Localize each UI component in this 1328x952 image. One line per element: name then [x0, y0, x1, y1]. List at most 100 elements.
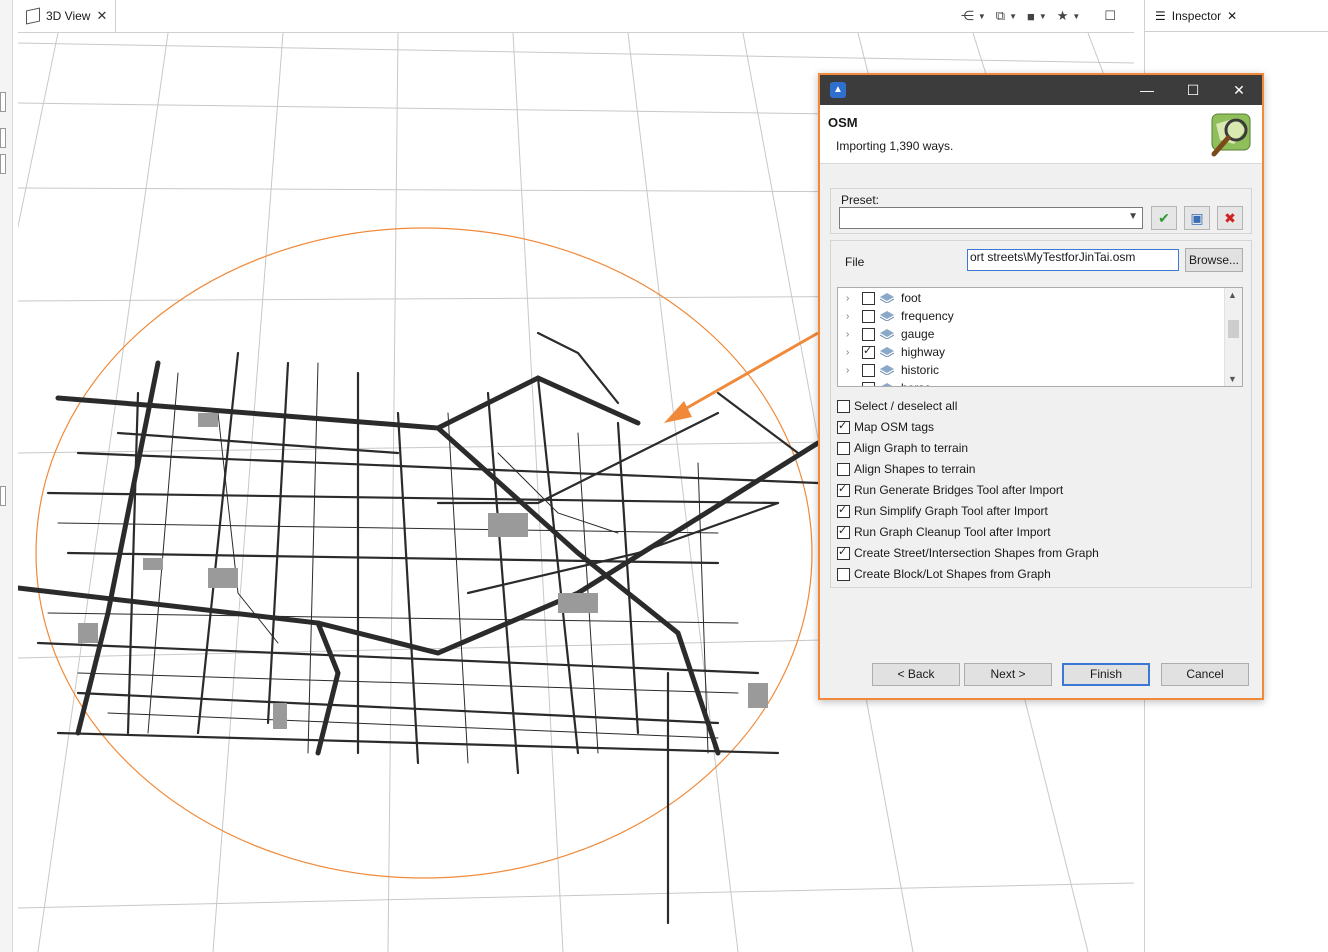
tree-item[interactable]: › highway: [838, 343, 1224, 361]
browse-button[interactable]: Browse...: [1185, 248, 1243, 272]
tab-3d-view[interactable]: 3D View ✕: [18, 0, 117, 32]
tree-item-checkbox[interactable]: [862, 327, 875, 341]
layers-icon: [880, 365, 894, 375]
left-side-strip: [0, 0, 13, 952]
tree-item-label: frequency: [901, 309, 954, 323]
camera-icon[interactable]: ■: [1027, 9, 1035, 24]
option-checkbox[interactable]: [837, 441, 850, 455]
tab-inspector[interactable]: ☰ Inspector ✕: [1145, 0, 1328, 32]
cancel-button[interactable]: Cancel: [1161, 663, 1249, 686]
tree-item-checkbox[interactable]: [862, 381, 875, 386]
tree-item[interactable]: › foot: [838, 289, 1224, 307]
chevron-down-icon[interactable]: ▼: [1228, 374, 1237, 384]
tree-item-label: foot: [901, 291, 922, 305]
tree-item[interactable]: › horse: [838, 379, 1224, 387]
chevron-down-icon[interactable]: ▼: [1009, 12, 1017, 21]
chevron-right-icon[interactable]: ›: [846, 329, 856, 340]
left-strip-button[interactable]: [0, 128, 6, 148]
option-checkbox[interactable]: [837, 462, 850, 476]
chevron-right-icon[interactable]: ›: [846, 347, 856, 358]
layers-icon: [880, 329, 894, 339]
option-checkbox[interactable]: [837, 524, 850, 539]
apply-preset-button[interactable]: ✔: [1151, 206, 1177, 230]
option-align-shapes[interactable]: Align Shapes to terrain: [837, 460, 975, 478]
close-button[interactable]: ✕: [1216, 75, 1262, 105]
option-graph-cleanup[interactable]: Run Graph Cleanup Tool after Import: [837, 523, 1051, 541]
maximize-button[interactable]: ☐: [1170, 75, 1216, 105]
left-strip-button[interactable]: [0, 92, 6, 112]
street-network: [18, 331, 821, 925]
tree-item-label: historic: [901, 363, 940, 377]
delete-preset-button[interactable]: ✖: [1217, 206, 1243, 230]
app-icon: ▲: [830, 82, 846, 98]
tree-item[interactable]: › frequency: [838, 307, 1224, 325]
preset-group: Preset: ▼ ✔ ▣ ✖: [830, 188, 1252, 234]
star-icon[interactable]: ★: [1057, 8, 1069, 24]
back-button[interactable]: < Back: [872, 663, 960, 686]
chevron-right-icon[interactable]: ›: [846, 383, 856, 387]
finish-button[interactable]: Finish: [1062, 663, 1150, 686]
option-checkbox[interactable]: [837, 503, 850, 518]
file-label: File: [845, 255, 865, 269]
option-generate-bridges[interactable]: Run Generate Bridges Tool after Import: [837, 481, 1063, 499]
option-checkbox[interactable]: [837, 399, 850, 413]
option-simplify-graph[interactable]: Run Simplify Graph Tool after Import: [837, 502, 1048, 520]
chevron-right-icon[interactable]: ›: [846, 293, 856, 304]
minimize-button[interactable]: —: [1124, 75, 1170, 105]
option-align-graph[interactable]: Align Graph to terrain: [837, 439, 968, 457]
maximize-icon[interactable]: ☐: [1104, 8, 1116, 24]
tree-item-checkbox[interactable]: [862, 363, 875, 377]
chevron-up-icon[interactable]: ▲: [1228, 290, 1237, 300]
option-checkbox[interactable]: [837, 545, 850, 560]
layers-icon: [881, 383, 893, 386]
next-button[interactable]: Next >: [964, 663, 1052, 686]
option-label: Map OSM tags: [854, 420, 935, 434]
dialog-titlebar[interactable]: ▲ — ☐ ✕: [820, 75, 1262, 105]
layers-icon: [880, 293, 894, 303]
option-street-shapes[interactable]: Create Street/Intersection Shapes from G…: [837, 544, 1099, 562]
tab-label: 3D View: [46, 9, 91, 23]
osm-logo-icon: [1211, 113, 1251, 157]
left-strip-button[interactable]: [0, 154, 6, 174]
tree-item-label: gauge: [901, 327, 935, 341]
option-block-shapes[interactable]: Create Block/Lot Shapes from Graph: [837, 565, 1051, 583]
option-label: Select / deselect all: [854, 399, 958, 413]
tree-item-checkbox[interactable]: [862, 344, 875, 359]
left-strip-button[interactable]: [0, 486, 6, 506]
view-toolbar: ⋲ ▼ ⧉ ▼ ■ ▼ ★ ▼ ☐: [961, 6, 1116, 26]
osm-tag-tree[interactable]: › foot › frequency › gauge › h: [837, 287, 1243, 387]
dialog-subtitle: Importing 1,390 ways.: [836, 139, 954, 153]
tree-item-checkbox[interactable]: [862, 309, 875, 323]
close-icon[interactable]: ✕: [96, 8, 107, 24]
chevron-right-icon[interactable]: ›: [846, 311, 856, 322]
chevron-down-icon[interactable]: ▼: [1072, 12, 1080, 21]
option-label: Align Graph to terrain: [854, 441, 969, 455]
share-icon[interactable]: ⋲: [961, 8, 974, 24]
dialog-title: OSM: [828, 115, 858, 130]
option-select-all[interactable]: Select / deselect all: [837, 397, 957, 415]
option-map-osm-tags[interactable]: Map OSM tags: [837, 418, 934, 436]
option-label: Create Street/Intersection Shapes from G…: [854, 546, 1099, 560]
scrollbar-thumb[interactable]: [1228, 320, 1239, 338]
preset-select[interactable]: ▼: [839, 207, 1143, 229]
save-preset-button[interactable]: ▣: [1184, 206, 1210, 230]
cube-icon[interactable]: ⧉: [996, 8, 1005, 24]
option-label: Run Graph Cleanup Tool after Import: [854, 525, 1051, 539]
chevron-right-icon[interactable]: ›: [846, 365, 856, 376]
chevron-down-icon[interactable]: ▼: [978, 12, 986, 21]
tree-item[interactable]: › historic: [838, 361, 1224, 379]
preset-label: Preset:: [841, 193, 880, 207]
close-icon[interactable]: ✕: [1227, 9, 1237, 23]
file-path-input[interactable]: ort streets\MyTestforJinTai.osm: [967, 249, 1179, 271]
osm-import-dialog: ▲ — ☐ ✕ OSM Importing 1,390 ways. Preset…: [818, 73, 1264, 700]
chevron-down-icon[interactable]: ▼: [1039, 12, 1047, 21]
building-shapes: [78, 413, 768, 729]
tree-item-checkbox[interactable]: [862, 291, 875, 305]
option-label: Run Generate Bridges Tool after Import: [854, 483, 1064, 497]
tree-item[interactable]: › gauge: [838, 325, 1224, 343]
selection-circle: [35, 227, 813, 879]
option-checkbox[interactable]: [837, 567, 850, 581]
tree-scrollbar[interactable]: ▲ ▼: [1224, 288, 1242, 386]
option-checkbox[interactable]: [837, 419, 850, 434]
option-checkbox[interactable]: [837, 482, 850, 497]
